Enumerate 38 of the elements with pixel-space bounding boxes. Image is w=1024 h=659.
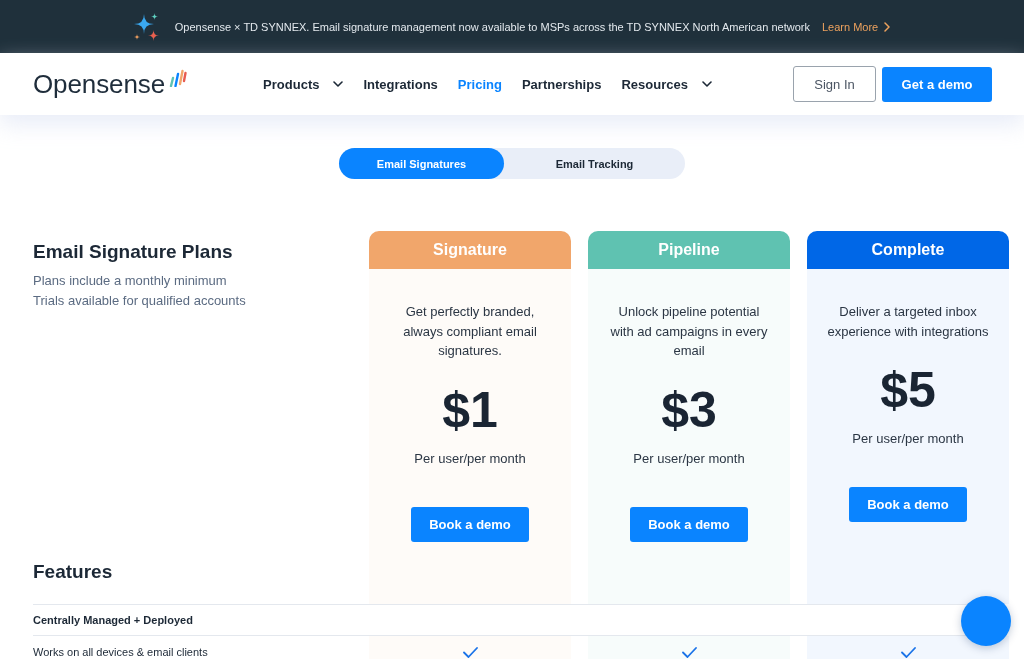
chevron-right-icon bbox=[884, 21, 891, 32]
chevron-down-icon bbox=[701, 81, 712, 87]
logo-text: Opensense bbox=[33, 69, 166, 99]
product-tab[interactable]: Email Signatures bbox=[339, 148, 504, 179]
features-heading: Features bbox=[33, 560, 114, 583]
price-unit: Per user/per month bbox=[633, 449, 745, 468]
feature-category: Centrally Managed + Deployed bbox=[33, 613, 193, 626]
learn-more-link[interactable]: Learn More bbox=[821, 20, 891, 33]
nav-link[interactable]: Products bbox=[263, 76, 344, 92]
nav-link[interactable]: Integrations bbox=[363, 76, 438, 92]
nav-link[interactable]: Pricing bbox=[457, 76, 502, 92]
plan-price: $1 bbox=[442, 384, 498, 435]
sign-in-button[interactable]: Sign In bbox=[793, 66, 876, 102]
book-demo-button[interactable]: Book a demo bbox=[630, 506, 748, 542]
plan-description: Get perfectly branded, always compliant email signatures. bbox=[402, 303, 538, 360]
announcement-text: Opensense × TD SYNNEX. Email signature management now available to MSPs across the TD SYNNEX North American network bbox=[174, 20, 810, 33]
plan-description: Deliver a targeted inbox experience with integrations bbox=[826, 303, 990, 341]
get-demo-button[interactable]: Get a demo bbox=[882, 66, 992, 102]
book-demo-button[interactable]: Book a demo bbox=[411, 506, 529, 542]
striped-bars-icon bbox=[169, 69, 188, 87]
nav-link[interactable]: Resources bbox=[621, 76, 712, 92]
chevron-down-icon bbox=[333, 81, 344, 87]
sparkle-icon bbox=[133, 12, 160, 41]
plan-header: Signature bbox=[369, 231, 571, 269]
price-unit: Per user/per month bbox=[414, 449, 526, 468]
nav-link[interactable]: Partnerships bbox=[521, 76, 602, 92]
plan-header: Pipeline bbox=[588, 231, 790, 269]
plan-price: $3 bbox=[661, 384, 717, 435]
plan-description: Unlock pipeline potential with ad campaigns in every email bbox=[609, 303, 769, 360]
plan-note: Plans include a monthly minimum bbox=[33, 272, 228, 290]
product-tab[interactable]: Email Tracking bbox=[504, 148, 685, 179]
plan-note: Trials available for qualified accounts bbox=[33, 292, 247, 310]
section-title: Email Signature Plans bbox=[33, 241, 234, 263]
plan-price: $5 bbox=[880, 365, 936, 415]
book-demo-button[interactable]: Book a demo bbox=[849, 487, 967, 522]
price-unit: Per user/per month bbox=[852, 430, 964, 448]
plan-header: Complete bbox=[807, 231, 1009, 269]
feature-label: Works on all devices & email clients bbox=[33, 644, 209, 659]
